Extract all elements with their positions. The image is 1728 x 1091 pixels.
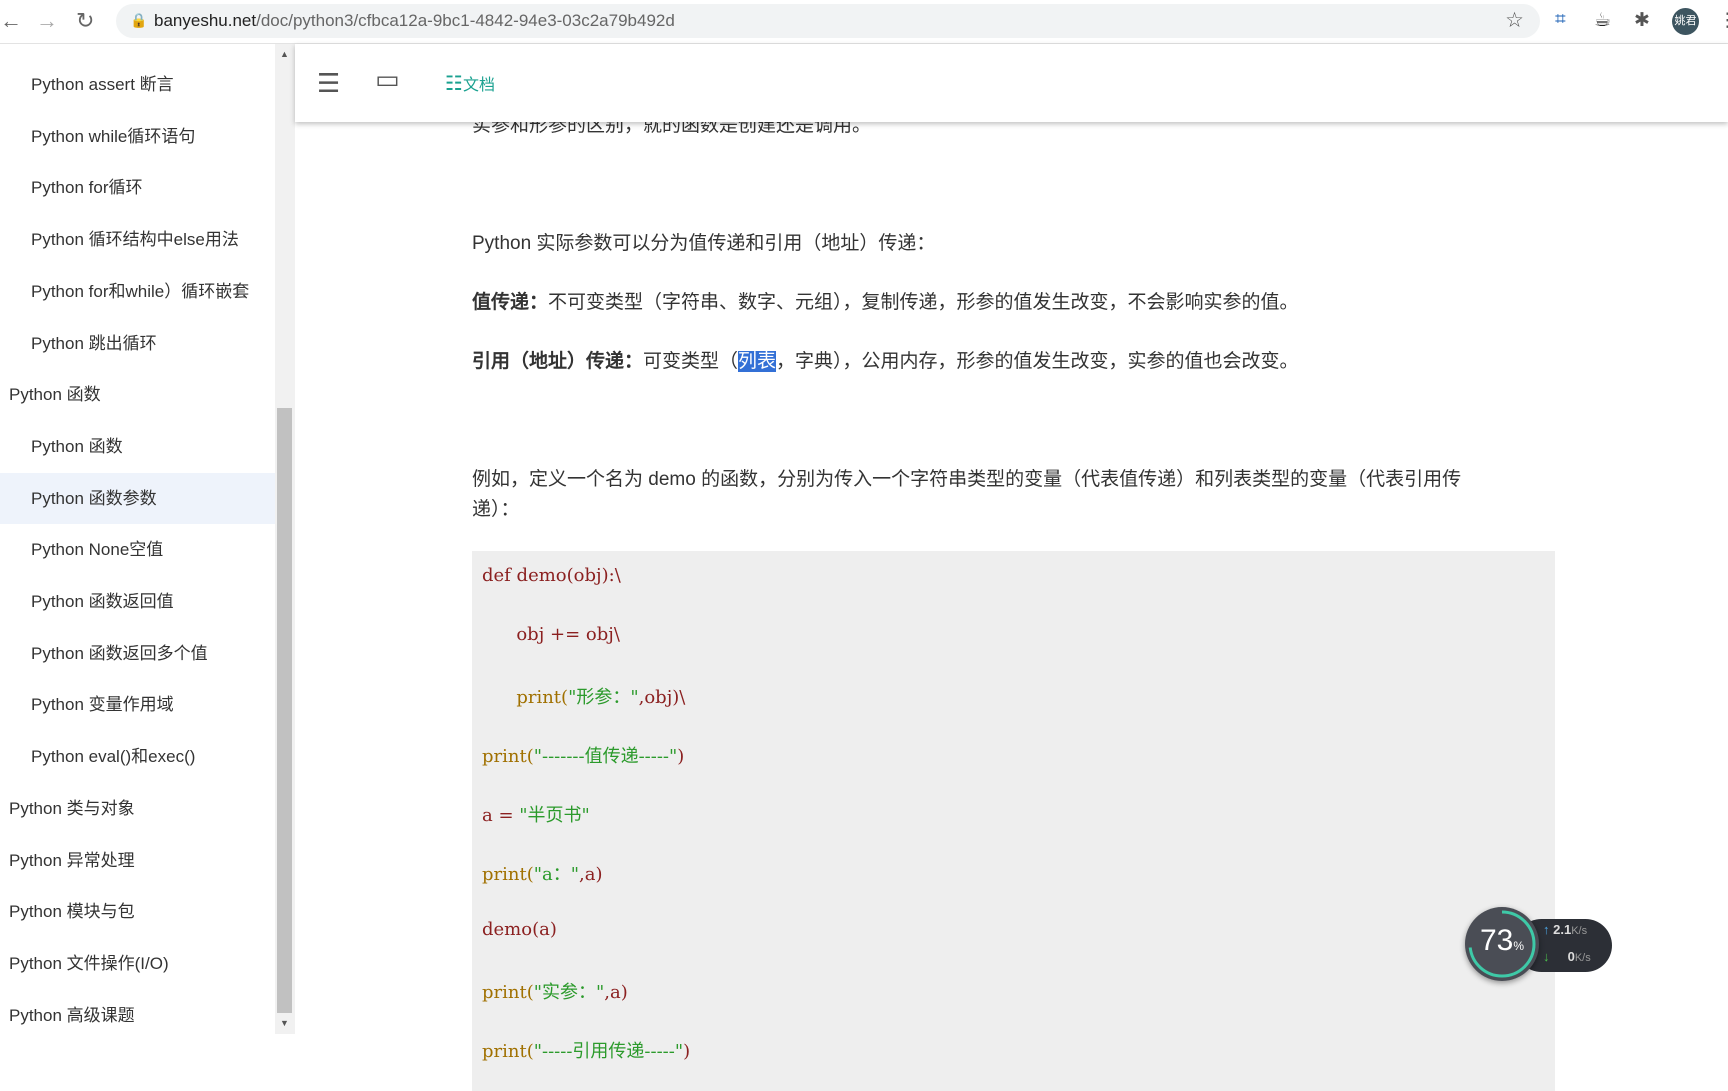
example-line-1: 例如，定义一个名为 demo 的函数，分别为传入一个字符串类型的变量（代表值传递… — [472, 469, 1462, 490]
extension-icon[interactable]: ☕ — [1594, 9, 1611, 32]
sidebar-item[interactable]: Python while循环语句 — [0, 111, 275, 162]
percent-value: 73 — [1479, 924, 1514, 957]
code-line: demo(a) — [482, 919, 557, 940]
back-icon[interactable]: ← — [0, 8, 22, 34]
sidebar-item[interactable]: Python 函数 — [0, 421, 275, 472]
url-host: banyeshu.net — [154, 11, 257, 30]
code-token: ,a) — [604, 982, 628, 1003]
list-icon: ☷ — [445, 73, 463, 95]
download-unit: K/s — [1574, 952, 1591, 964]
percent-unit: % — [1513, 939, 1525, 953]
ref-pass-title: 引用（地址）传递： — [472, 351, 644, 372]
code-line: print("实参：",a) — [482, 978, 628, 1004]
lock-icon: 🔒 — [130, 12, 148, 28]
sidebar-item[interactable]: Python 变量作用域 — [0, 679, 275, 730]
code-token: "形参：" — [568, 687, 639, 708]
address-bar[interactable]: 🔒 banyeshu.net/doc/python3/cfbca12a-9bc1… — [116, 4, 1540, 38]
code-block: def demo(obj):\ obj += obj\ print("形参：",… — [472, 551, 1555, 1091]
code-token: print( — [482, 982, 534, 1003]
ref-pass-paragraph: 引用（地址）传递：可变类型（列表，字典），公用内存，形参的值发生改变，实参的值也… — [472, 346, 1299, 373]
sidebar-item[interactable]: Python 函数返回多个值 — [0, 628, 275, 679]
sidebar-item[interactable]: Python 函数 — [0, 369, 275, 420]
reload-icon[interactable]: ↻ — [76, 8, 94, 34]
upload-arrow-icon: ↑ — [1543, 922, 1554, 937]
sidebar-item[interactable]: Python 函数参数 — [0, 472, 275, 524]
upload-value: 2.1 — [1553, 922, 1572, 937]
avatar[interactable]: 姚君 — [1672, 8, 1699, 35]
download-value: 0 — [1567, 949, 1575, 964]
puzzle-extensions-icon[interactable]: ✱ — [1634, 9, 1650, 32]
doc-outline-button[interactable]: ☷文档 — [445, 71, 495, 96]
sidebar-item[interactable]: Python 模块与包 — [0, 886, 275, 937]
code-token: "半页书" — [519, 805, 590, 826]
code-token: print( — [482, 1041, 534, 1062]
hamburger-menu-icon[interactable]: ☰ — [317, 68, 340, 99]
network-speed-widget[interactable]: 73% ↑ 2.1K/s ↓ 0K/s — [1465, 907, 1612, 983]
code-line: print("a：",a) — [482, 860, 603, 886]
code-token: "a：" — [533, 864, 580, 885]
ref-post: ，字典），公用内存，形参的值发生改变，实参的值也会改变。 — [776, 351, 1299, 372]
code-token: print( — [482, 864, 534, 885]
window-toggle-icon[interactable]: ▭ — [375, 64, 400, 95]
code-token: a = — [482, 805, 520, 826]
upload-unit: K/s — [1571, 925, 1588, 937]
code-token: def demo(obj):\ — [482, 565, 621, 586]
code-token: print( — [482, 687, 569, 708]
value-pass-title: 值传递： — [472, 292, 549, 313]
intro-paragraph: Python 实际参数可以分为值传递和引用（地址）传递： — [472, 233, 936, 254]
code-token: "-------值传递-----" — [533, 746, 678, 767]
forward-icon[interactable]: → — [36, 8, 58, 34]
code-line: print("形参：",obj)\ — [482, 683, 685, 709]
url-path: /doc/python3/cfbca12a-9bc1-4842-94e3-03c… — [256, 11, 675, 30]
scroll-up-arrow-icon[interactable]: ▲ — [280, 49, 289, 59]
selected-text[interactable]: 列表 — [738, 351, 777, 372]
doc-label: 文档 — [462, 77, 495, 94]
code-line: print("-----引用传递-----") — [482, 1037, 690, 1063]
sidebar: Python assert 断言 Python while循环语句 Python f… — [0, 44, 275, 1080]
sidebar-item[interactable]: Python assert 断言 — [0, 59, 275, 110]
sidebar-item[interactable]: Python 跳出循环 — [0, 318, 275, 369]
download-speed: ↓ 0K/s — [1543, 949, 1591, 964]
sidebar-item[interactable]: Python 循环结构中else用法 — [0, 214, 275, 265]
code-token: demo(a) — [482, 919, 557, 940]
code-line: obj += obj\ — [482, 624, 620, 645]
value-pass-paragraph: 值传递：不可变类型（字符串、数字、元组），复制传递，形参的值发生改变，不会影响实… — [472, 287, 1299, 314]
code-token: print( — [482, 746, 534, 767]
sidebar-scrollbar-thumb[interactable] — [277, 408, 292, 1013]
bookmark-star-icon[interactable]: ☆ — [1505, 8, 1524, 33]
code-line: a = "半页书" — [482, 801, 590, 827]
sidebar-item[interactable]: Python None空值 — [0, 524, 275, 575]
code-token: "-----引用传递-----" — [533, 1041, 684, 1062]
memory-gauge: 73% — [1465, 907, 1539, 981]
screenshot-extension-icon[interactable]: ⌗ — [1555, 9, 1566, 31]
code-line: def demo(obj):\ — [482, 565, 621, 586]
scroll-down-arrow-icon[interactable]: ▼ — [280, 1018, 289, 1028]
code-token: ) — [683, 1041, 691, 1062]
upload-speed: ↑ 2.1K/s — [1543, 922, 1587, 937]
sidebar-item[interactable]: Python eval()和exec() — [0, 731, 275, 782]
menu-kebab-icon[interactable]: ⋮ — [1718, 9, 1728, 32]
value-pass-text: 不可变类型（字符串、数字、元组），复制传递，形参的值发生改变，不会影响实参的值。 — [548, 292, 1299, 313]
sidebar-item[interactable]: Python 函数返回值 — [0, 576, 275, 627]
example-line-2: 递）： — [472, 499, 520, 520]
code-line: print("-------值传递-----") — [482, 742, 684, 768]
gauge-percent: 73% — [1465, 924, 1539, 958]
url-text: banyeshu.net/doc/python3/cfbca12a-9bc1-4… — [154, 11, 675, 31]
sidebar-item[interactable]: Python for和while）循环嵌套 — [0, 266, 275, 317]
code-token: ,obj)\ — [638, 687, 686, 708]
ref-pre: 可变类型（ — [643, 351, 739, 372]
code-token: obj += obj\ — [482, 624, 620, 645]
code-token: ) — [677, 746, 685, 767]
sidebar-item[interactable]: Python 高级课题 — [0, 990, 275, 1041]
doc-toolbar: ☰ ▭ ☷文档 — [295, 44, 1728, 122]
code-token: ,a) — [579, 864, 603, 885]
sidebar-item[interactable]: Python 异常处理 — [0, 835, 275, 886]
sidebar-item[interactable]: Python 文件操作(I/O) — [0, 938, 275, 989]
code-token: "实参：" — [533, 982, 605, 1003]
browser-bar: ← → ↻ 🔒 banyeshu.net/doc/python3/cfbca12… — [0, 0, 1728, 44]
sidebar-item[interactable]: Python for循环 — [0, 162, 275, 213]
sidebar-item[interactable]: Python 类与对象 — [0, 783, 275, 834]
download-arrow-icon: ↓ — [1543, 949, 1554, 964]
